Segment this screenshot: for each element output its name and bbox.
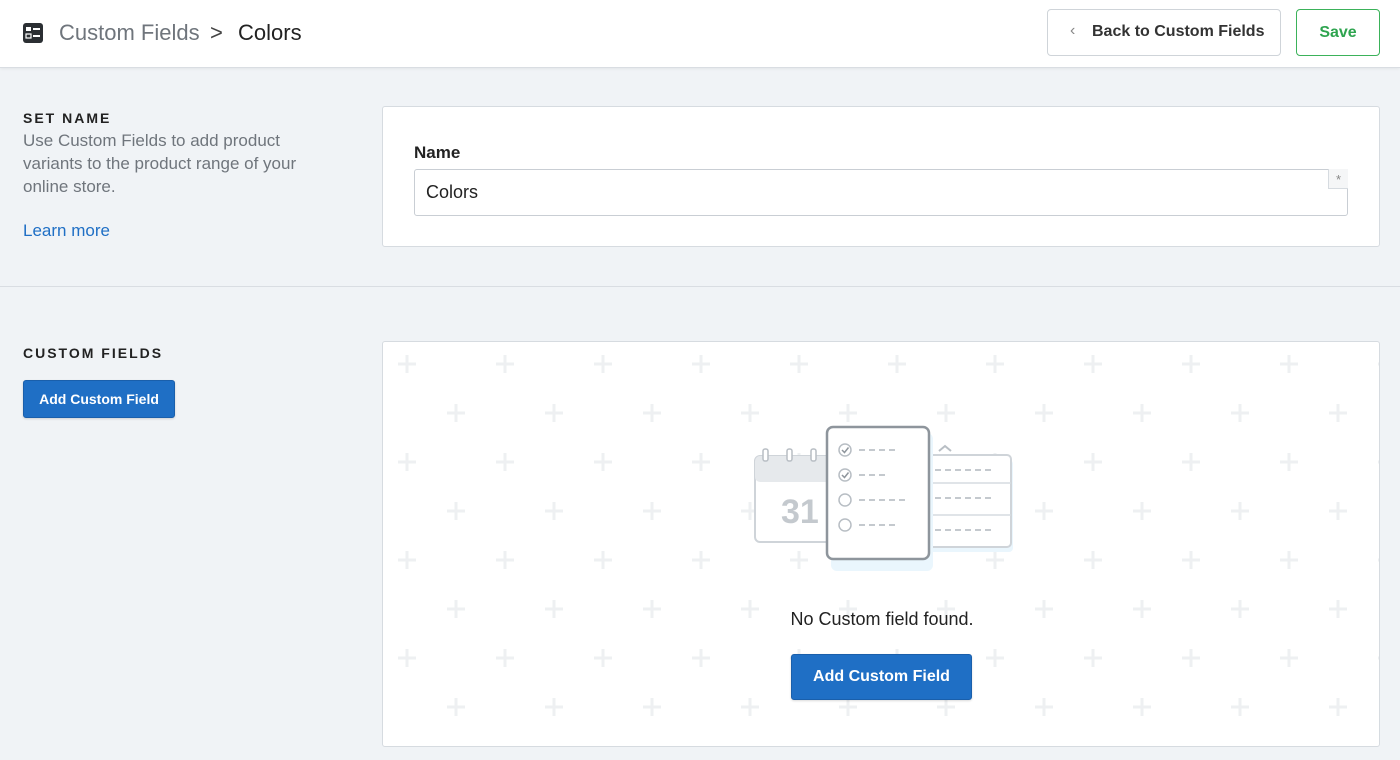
name-field-label: Name — [414, 143, 461, 162]
empty-state-message: No Custom field found. — [790, 609, 974, 629]
page-title: Colors — [238, 20, 302, 45]
empty-state-illustration: 31 — [754, 425, 1013, 571]
chevron-left-icon: ‹ — [1070, 22, 1076, 39]
top-bar: Custom Fields > Colors ‹ Back to Custom … — [0, 0, 1400, 68]
set-name-description: Use Custom Fields to add product variant… — [23, 131, 297, 196]
section-divider — [0, 286, 1400, 287]
required-asterisk: * — [1328, 169, 1348, 189]
back-to-custom-fields-button[interactable]: ‹ Back to Custom Fields — [1047, 9, 1281, 56]
name-card: Name * — [382, 106, 1380, 247]
empty-state-add-custom-field-button[interactable]: Add Custom Field — [791, 654, 972, 700]
breadcrumb-parent-link[interactable]: Custom Fields — [59, 18, 200, 48]
calendar-number-text: 31 — [781, 493, 819, 531]
set-name-heading: SET NAME — [23, 110, 112, 126]
name-field[interactable] — [414, 169, 1348, 216]
list-panel-icon — [23, 23, 43, 43]
breadcrumb-chevron-icon: > — [210, 20, 223, 45]
custom-fields-empty-card: 31 No Custom field found. Add Custom Fie… — [382, 341, 1380, 747]
back-button-label: Back to Custom Fields — [1092, 23, 1265, 40]
add-custom-field-button[interactable]: Add Custom Field — [23, 380, 175, 418]
custom-fields-heading: CUSTOM FIELDS — [23, 345, 164, 361]
learn-more-link[interactable]: Learn more — [23, 221, 110, 241]
save-button[interactable]: Save — [1296, 9, 1380, 56]
